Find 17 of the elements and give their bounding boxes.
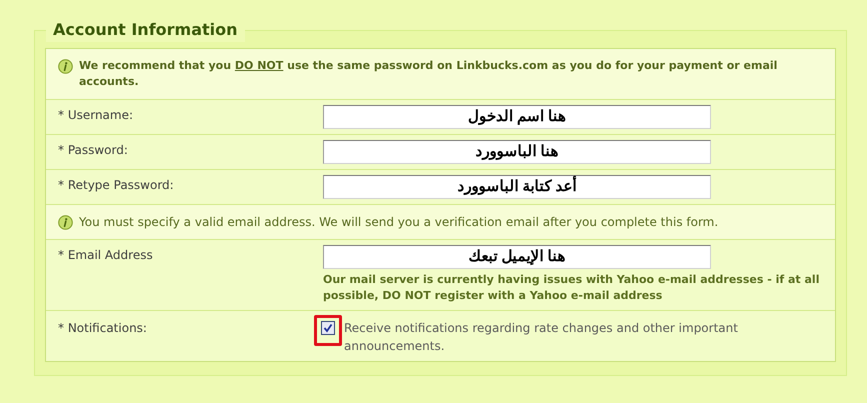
info-icon (58, 215, 73, 230)
text-field[interactable]: هنا اسم الدخول (323, 105, 711, 129)
check-icon (323, 323, 333, 333)
warning-text: Our mail server is currently having issues with Yahoo e-mail addresses - if at all possible, DO NOT register with a Yahoo e-mail address (323, 272, 820, 304)
text-field[interactable]: هنا الباسوورد (323, 140, 711, 164)
field-label: * Notifications: (58, 320, 148, 337)
text-field[interactable]: أعد كتابة الباسوورد (323, 175, 711, 199)
notice-text: We recommend that you DO NOT use the same password on Linkbucks.com as you do for your payment or email accounts. (79, 58, 778, 90)
field-label: * Password: (58, 142, 129, 159)
field-label: * Retype Password: (58, 177, 175, 194)
field-label: * Username: (58, 107, 134, 124)
info-icon (58, 59, 73, 74)
field-label: * Email Address (58, 247, 154, 264)
notice-text: You must specify a valid email address. We will send you a verification email after you complete this form. (79, 214, 718, 230)
checkbox[interactable] (321, 321, 335, 335)
notification-text: Receive notifications regarding rate changes and other important announcements. (344, 320, 739, 355)
text-field[interactable]: هنا الإيميل تبعك (323, 245, 711, 269)
